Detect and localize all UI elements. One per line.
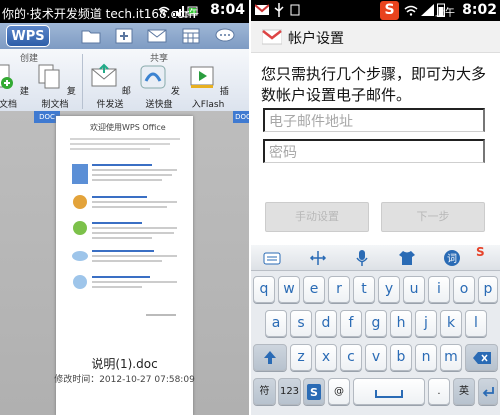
email-setup-phone: S 上午 8:02 帐户设置 您只需执行几个步骤，即可为大多数帐户设置电子邮件。…: [251, 0, 500, 415]
key-t[interactable]: t: [353, 276, 375, 303]
flash-insert-button[interactable]: 插入Flash: [186, 63, 230, 110]
language-key[interactable]: 英: [453, 378, 475, 405]
password-field[interactable]: [263, 139, 485, 163]
space-key[interactable]: [353, 378, 425, 405]
at-key[interactable]: @: [328, 378, 350, 405]
ribbon-divider: [82, 54, 83, 109]
manual-setup-button[interactable]: 手动设置: [265, 202, 369, 232]
key-r[interactable]: r: [328, 276, 350, 303]
number-key[interactable]: 123: [278, 378, 301, 405]
key-o[interactable]: o: [453, 276, 475, 303]
enter-key[interactable]: [478, 378, 498, 405]
skin-shirt-icon[interactable]: [398, 249, 416, 267]
backspace-icon: [472, 352, 491, 364]
backspace-key[interactable]: [465, 344, 498, 371]
cursor-move-icon[interactable]: [309, 249, 327, 267]
usb-debug-icon: [290, 4, 300, 16]
key-e[interactable]: e: [303, 276, 325, 303]
status-ampm: 上午: [179, 9, 199, 20]
shift-icon: [264, 351, 276, 364]
svg-text:S: S: [310, 386, 318, 399]
svg-text:词: 词: [447, 253, 457, 265]
wifi-icon: [404, 5, 418, 16]
shift-key[interactable]: [253, 344, 287, 371]
screenshot-composite: 你的·技术开发频道 tech.it168.com 上午 8:04 WPS 创建 …: [0, 0, 500, 415]
next-button[interactable]: 下一步: [381, 202, 485, 232]
doc-tab-right[interactable]: DOC: [233, 111, 249, 123]
key-d[interactable]: d: [315, 310, 337, 337]
new-doc-icon: [0, 64, 14, 89]
key-s[interactable]: s: [290, 310, 312, 337]
status-clock: 8:04: [210, 2, 245, 18]
wifi-icon: [158, 6, 170, 16]
gmail-notification-icon: [255, 4, 269, 15]
kuaipan-send-button[interactable]: 发送快盘: [137, 63, 181, 110]
key-i[interactable]: i: [428, 276, 450, 303]
key-q[interactable]: q: [253, 276, 275, 303]
kuaipan-send-icon: [140, 65, 166, 89]
key-u[interactable]: u: [403, 276, 425, 303]
key-m[interactable]: m: [440, 344, 462, 371]
sogou-corner-badge: S: [476, 245, 485, 259]
document-name: 说明(1).doc: [91, 357, 158, 371]
key-k[interactable]: k: [440, 310, 462, 337]
document-modified-time: 修改时间：2012-10-27 07:58:09: [54, 375, 195, 385]
app-badge: S: [380, 1, 399, 20]
title-bar: 帐户设置: [251, 21, 500, 53]
wps-toolbar: WPS: [0, 23, 249, 49]
key-v[interactable]: v: [365, 344, 387, 371]
status-bar: 你的·技术开发频道 tech.it168.com 上午 8:04: [0, 0, 249, 23]
key-c[interactable]: c: [340, 344, 362, 371]
copy-doc-icon: [38, 64, 60, 89]
keyboard-icon[interactable]: [263, 249, 281, 267]
key-g[interactable]: g: [365, 310, 387, 337]
setup-instructions: 您只需执行几个步骤，即可为大多数帐户设置电子邮件。: [261, 65, 487, 104]
microphone-icon[interactable]: [353, 249, 371, 267]
calendar-icon[interactable]: [180, 26, 202, 45]
key-n[interactable]: n: [415, 344, 437, 371]
sogou-ci-icon[interactable]: 词: [443, 249, 461, 267]
chat-bubble-icon[interactable]: [214, 26, 236, 45]
symbol-key[interactable]: 符: [253, 378, 276, 405]
mail-send-button[interactable]: 邮件发送: [88, 63, 132, 110]
wps-phone: 你的·技术开发频道 tech.it168.com 上午 8:04 WPS 创建 …: [0, 0, 249, 415]
key-z[interactable]: z: [290, 344, 312, 371]
wps-ribbon: 创建 共享 建文档 复制文档 邮件发送 发送快盘 插入Flash: [0, 49, 249, 111]
key-w[interactable]: w: [278, 276, 300, 303]
key-l[interactable]: l: [465, 310, 487, 337]
status-ampm: 上午: [435, 8, 455, 19]
dot-key[interactable]: .: [428, 378, 450, 405]
keyboard-toolbar: 词 S: [251, 245, 500, 271]
mail-icon[interactable]: [146, 26, 168, 45]
status-clock: 8:02: [462, 2, 497, 18]
key-y[interactable]: y: [378, 276, 400, 303]
copy-doc-button[interactable]: 复制文档: [33, 63, 77, 110]
gmail-icon: [262, 29, 282, 45]
key-h[interactable]: h: [390, 310, 412, 337]
flash-insert-icon: [190, 66, 214, 88]
key-j[interactable]: j: [415, 310, 437, 337]
email-field[interactable]: [263, 108, 485, 132]
new-file-icon[interactable]: [113, 26, 135, 45]
mail-send-icon: [91, 63, 117, 87]
status-bar: S 上午 8:02: [251, 0, 500, 21]
key-x[interactable]: x: [315, 344, 337, 371]
key-b[interactable]: b: [390, 344, 412, 371]
enter-icon: [482, 387, 494, 397]
new-doc-button[interactable]: 建文档: [0, 63, 30, 110]
page-title: 帐户设置: [288, 31, 344, 47]
soft-keyboard: 词 S q w e r t y u i o p a s d f g h j k …: [251, 245, 500, 415]
signal-icon: [421, 4, 434, 16]
key-a[interactable]: a: [265, 310, 287, 337]
folder-icon[interactable]: [80, 26, 102, 45]
key-p[interactable]: p: [478, 276, 498, 303]
sogou-s-icon: S: [307, 384, 321, 400]
key-f[interactable]: f: [340, 310, 362, 337]
feature-bullets: [72, 164, 177, 316]
space-icon: [375, 390, 403, 398]
usb-icon: [274, 3, 284, 17]
wps-logo[interactable]: WPS: [6, 25, 50, 47]
sogou-key[interactable]: S: [303, 378, 325, 405]
